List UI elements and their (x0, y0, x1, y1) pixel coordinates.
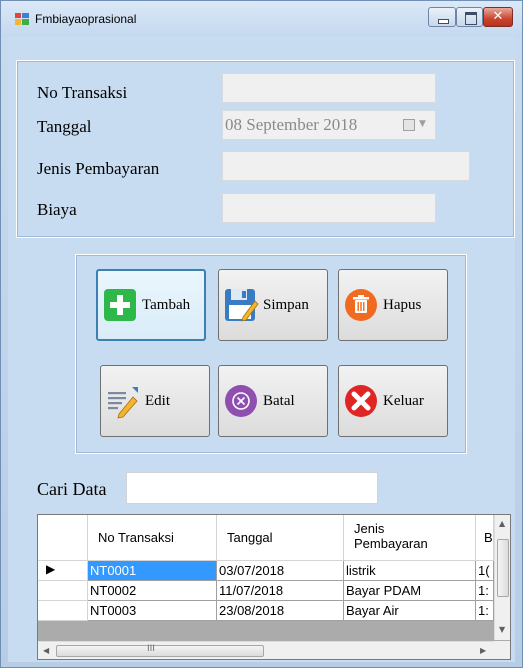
tambah-label: Tambah (142, 296, 191, 313)
column-header-label: No Transaksi (98, 530, 174, 545)
title-bar[interactable]: Fmbiayaoprasional ✕ (1, 1, 522, 37)
simpan-label: Simpan (263, 296, 309, 313)
keluar-button[interactable]: Keluar (338, 365, 448, 437)
column-header-tanggal[interactable]: Tanggal (217, 515, 344, 561)
column-header-jenis-pembayaran[interactable]: Jenis Pembayaran (344, 515, 476, 561)
search-input[interactable] (126, 472, 378, 504)
jenis-pembayaran-field[interactable] (222, 151, 470, 181)
edit-icon (108, 387, 138, 419)
jenis-pembayaran-label: Jenis Pembayaran (37, 159, 160, 178)
edit-label: Edit (145, 392, 170, 409)
tanggal-value: 08 September 2018 (225, 115, 358, 134)
table-cell[interactable]: 1( (476, 561, 494, 581)
scroll-left-icon[interactable]: ◀ (43, 646, 49, 655)
table-cell[interactable]: NT0003 (88, 601, 217, 621)
edit-button[interactable]: Edit (100, 365, 210, 437)
keluar-label: Keluar (383, 392, 424, 409)
column-header-biaya[interactable]: B (476, 515, 494, 561)
data-grid[interactable]: No Transaksi Tanggal Jenis Pembayaran B … (37, 514, 511, 660)
cari-data-label: Cari Data (37, 479, 107, 499)
hapus-label: Hapus (383, 296, 422, 313)
row-header[interactable] (38, 581, 88, 601)
tambah-button[interactable]: Tambah (96, 269, 206, 341)
row-header[interactable] (38, 601, 88, 621)
scroll-down-icon[interactable]: ▼ (499, 625, 505, 634)
scroll-grip: III (147, 644, 155, 654)
batal-button[interactable]: Batal (218, 365, 328, 437)
save-icon (225, 289, 259, 322)
biaya-label: Biaya (37, 200, 77, 219)
tanggal-label: Tanggal (37, 117, 92, 136)
tanggal-datepicker[interactable]: 08 September 2018 ▼ (222, 110, 436, 140)
scroll-right-icon[interactable]: ▶ (480, 646, 486, 655)
table-cell[interactable]: Bayar PDAM (344, 581, 476, 601)
horizontal-scroll-thumb[interactable]: III (56, 644, 264, 657)
table-cell[interactable]: listrik (344, 561, 476, 581)
table-cell[interactable]: NT0001 (88, 561, 217, 581)
horizontal-scrollbar[interactable]: ◀ III ▶ (38, 641, 494, 659)
close-x-icon (345, 385, 377, 417)
maximize-button[interactable] (456, 7, 483, 27)
plus-icon (104, 289, 136, 321)
current-row-arrow-icon: ▶ (46, 562, 56, 576)
column-header-no-transaksi[interactable]: No Transaksi (88, 515, 217, 561)
table-cell[interactable]: Bayar Air (344, 601, 476, 621)
batal-label: Batal (263, 392, 295, 409)
no-transaksi-field[interactable] (222, 73, 436, 103)
vertical-scroll-thumb[interactable] (497, 539, 509, 597)
table-cell[interactable]: NT0002 (88, 581, 217, 601)
table-cell[interactable]: 03/07/2018 (217, 561, 344, 581)
trash-icon (345, 289, 377, 321)
table-cell[interactable]: 11/07/2018 (217, 581, 344, 601)
column-header-label: Jenis Pembayaran (354, 521, 428, 551)
scrollbar-corner (494, 641, 510, 659)
minimize-button[interactable] (428, 7, 456, 27)
simpan-button[interactable]: Simpan (218, 269, 328, 341)
row-header-corner (38, 515, 88, 561)
close-button[interactable]: ✕ (483, 7, 513, 27)
row-header[interactable]: ▶ (38, 561, 88, 581)
vertical-scrollbar[interactable]: ▲ ▼ (494, 515, 510, 640)
chevron-down-icon[interactable]: ▼ (419, 119, 426, 129)
no-transaksi-label: No Transaksi (37, 83, 128, 102)
window-title: Fmbiayaoprasional (35, 12, 137, 26)
column-header-label: B (484, 530, 493, 545)
calendar-icon[interactable] (403, 119, 415, 131)
hapus-button[interactable]: Hapus (338, 269, 448, 341)
scroll-up-icon[interactable]: ▲ (499, 519, 505, 528)
table-cell[interactable]: 1: (476, 581, 494, 601)
close-icon: ✕ (492, 9, 504, 24)
table-cell[interactable]: 23/08/2018 (217, 601, 344, 621)
biaya-field[interactable] (222, 193, 436, 223)
cancel-icon (225, 385, 257, 417)
column-header-label: Tanggal (227, 530, 273, 545)
table-cell[interactable]: 1: (476, 601, 494, 621)
app-icon (15, 13, 29, 25)
